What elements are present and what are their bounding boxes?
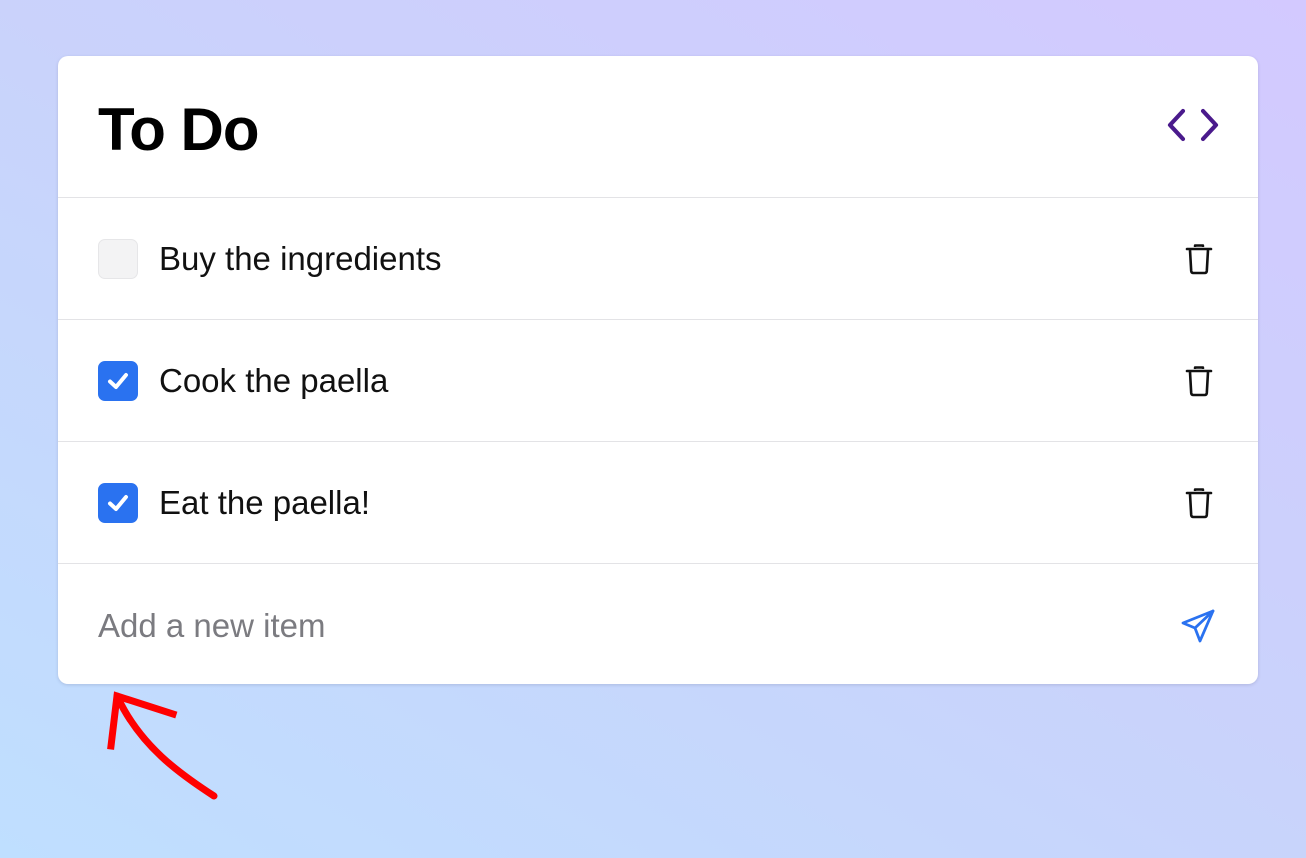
trash-icon (1185, 244, 1213, 275)
todo-checkbox[interactable] (98, 483, 138, 523)
todo-item: Cook the paella (58, 320, 1258, 442)
check-icon (108, 373, 128, 389)
add-item-row (58, 564, 1258, 684)
code-view-button[interactable] (1166, 106, 1220, 144)
todo-checkbox[interactable] (98, 361, 138, 401)
code-brackets-icon (1167, 108, 1219, 142)
send-button[interactable] (1178, 606, 1218, 646)
check-icon (108, 495, 128, 511)
delete-item-button[interactable] (1184, 242, 1214, 276)
delete-item-button[interactable] (1184, 364, 1214, 398)
todo-item: Eat the paella! (58, 442, 1258, 564)
page-title: To Do (98, 96, 259, 163)
send-icon (1181, 609, 1215, 643)
todo-checkbox[interactable] (98, 239, 138, 279)
red-arrow-icon (107, 691, 218, 800)
todo-label: Buy the ingredients (159, 240, 442, 277)
todo-card: To Do Buy the ingredients Cook the paell… (58, 56, 1258, 684)
card-header: To Do (58, 56, 1258, 198)
trash-icon (1185, 366, 1213, 397)
new-item-input[interactable] (98, 600, 1098, 652)
todo-item: Buy the ingredients (58, 198, 1258, 320)
todo-label: Eat the paella! (159, 484, 370, 521)
trash-icon (1185, 488, 1213, 519)
delete-item-button[interactable] (1184, 486, 1214, 520)
todo-label: Cook the paella (159, 362, 389, 399)
